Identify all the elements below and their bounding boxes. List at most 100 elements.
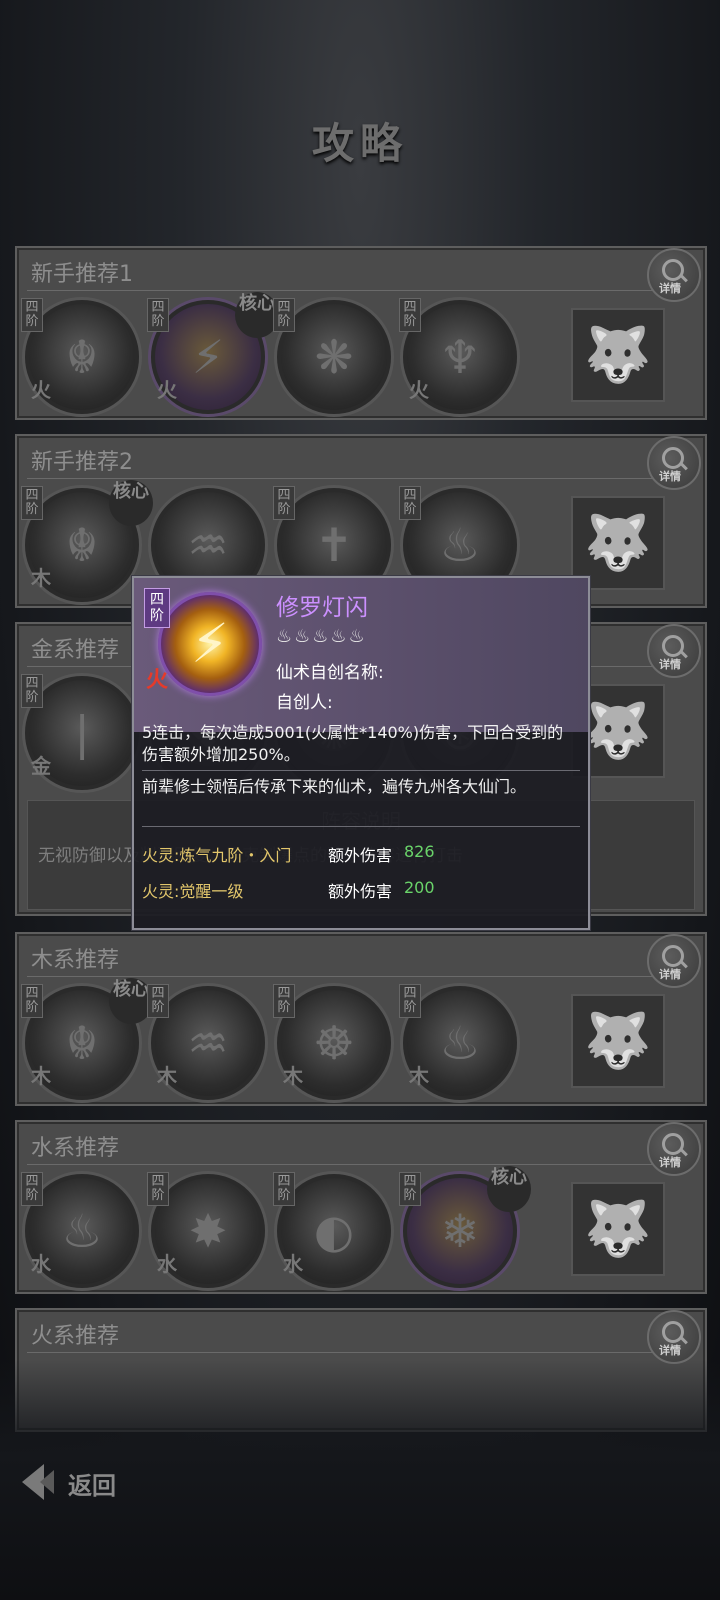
detail-button[interactable]: 详情: [647, 1310, 701, 1364]
detail-label: 详情: [659, 968, 681, 981]
core-badge: 核心: [487, 1166, 531, 1212]
divider: [142, 770, 580, 771]
detail-button[interactable]: 详情: [647, 1122, 701, 1176]
skill-element-badge: 木: [157, 1064, 177, 1088]
skill-tier-badge: 四阶: [273, 1172, 295, 1206]
skill-element-badge: 火: [157, 378, 177, 402]
detail-label: 详情: [659, 1344, 681, 1357]
strategy-panel: 木系推荐 详情 ☬ 四阶木核心 ♒ 四阶木 ☸ 四阶木 ♨ 四阶木 🐺: [15, 932, 707, 1106]
skill-name: 修罗灯闪: [276, 595, 368, 621]
skill-element-badge: 火: [146, 668, 169, 693]
skill-tier-badge: 四阶: [144, 588, 170, 628]
panel-header: 新手推荐1 详情: [27, 248, 701, 302]
stat-value: 826: [404, 842, 435, 861]
stat-label: 火灵:觉醒一级: [142, 882, 244, 901]
divider: [142, 826, 580, 827]
stat-extra-label: 额外伤害: [328, 846, 393, 865]
stat-extra-label: 额外伤害: [328, 882, 393, 901]
magnifier-icon: [662, 259, 684, 281]
skill-slot[interactable]: ⚡ 四阶火核心: [147, 292, 279, 414]
panel-header: 火系推荐详情: [27, 1310, 701, 1364]
skill-tier-badge: 四阶: [399, 984, 421, 1018]
pet-icon: 🐺: [584, 1197, 652, 1260]
panel-title: 火系推荐: [31, 1324, 120, 1349]
skill-tier-badge: 四阶: [21, 984, 43, 1018]
detail-button[interactable]: 详情: [647, 436, 701, 490]
skill-element-badge: 木: [31, 566, 51, 590]
detail-label: 详情: [659, 282, 681, 295]
panel-header: 新手推荐2 详情: [27, 436, 701, 490]
lightning-icon: ⚡: [191, 612, 229, 675]
pet-icon: 🐺: [584, 511, 652, 574]
core-badge: 核心: [109, 480, 153, 526]
skill-tier-badge: 四阶: [147, 298, 169, 332]
skill-emblem-icon: ❋: [314, 330, 354, 384]
skill-element-badge: 火: [409, 378, 429, 402]
custom-name-label: 仙术自创名称:: [276, 663, 384, 683]
skill-detail-popup[interactable]: ⚡ 四阶 火 修罗灯闪 ♨♨♨♨♨ 仙术自创名称: 自创人: 5连击，每次造成5…: [132, 576, 590, 930]
skill-slot[interactable]: ♨ 四阶木: [399, 984, 517, 1100]
skill-slot[interactable]: ♨ 四阶水: [21, 1172, 139, 1288]
skill-element-badge: 金: [31, 754, 51, 778]
panel-title: 水系推荐: [31, 1136, 120, 1161]
skill-tier-badge: 四阶: [21, 674, 43, 708]
skill-level-flames-icon: ♨♨♨♨♨: [276, 626, 367, 647]
skill-element-badge: 水: [283, 1252, 303, 1276]
skill-tier-badge: 四阶: [21, 1172, 43, 1206]
magnifier-icon: [662, 1133, 684, 1155]
skill-tier-badge: 四阶: [399, 486, 421, 520]
skill-element-badge: 火: [31, 378, 51, 402]
skill-element-badge: 水: [157, 1252, 177, 1276]
detail-label: 详情: [659, 658, 681, 671]
skill-icon: ⚡: [158, 592, 262, 696]
skill-slot[interactable]: ☬ 四阶木核心: [21, 480, 153, 602]
detail-button[interactable]: 详情: [647, 934, 701, 988]
skill-slot[interactable]: ☸ 四阶木: [273, 984, 391, 1100]
skill-slot[interactable]: ♆ 四阶火: [399, 298, 517, 414]
pet-portrait[interactable]: 🐺: [571, 1182, 665, 1276]
back-button[interactable]: 返回: [22, 1462, 142, 1502]
skill-slot[interactable]: ◐ 四阶水: [273, 1172, 391, 1288]
back-label: 返回: [68, 1471, 116, 1500]
skill-tier-badge: 四阶: [273, 984, 295, 1018]
detail-button[interactable]: 详情: [647, 248, 701, 302]
skill-slot[interactable]: ❋ 四阶: [273, 298, 391, 414]
skill-tier-badge: 四阶: [21, 486, 43, 520]
strategy-panel: 水系推荐 详情 ♨ 四阶水 ✸ 四阶水 ◐ 四阶水 ❄ 四阶 核心 🐺: [15, 1120, 707, 1294]
skill-slot[interactable]: ✸ 四阶水: [147, 1172, 265, 1288]
skill-slot[interactable]: ☬ 四阶木核心: [21, 978, 153, 1100]
skill-element-badge: 水: [31, 1252, 51, 1276]
detail-label: 详情: [659, 470, 681, 483]
panel-title: 新手推荐1: [31, 262, 133, 287]
pet-icon: 🐺: [584, 1009, 652, 1072]
magnifier-icon: [662, 447, 684, 469]
panel-title: 新手推荐2: [31, 450, 133, 475]
creator-label: 自创人:: [276, 693, 333, 713]
skill-element-badge: 木: [283, 1064, 303, 1088]
skill-lore-text: 前辈修士领悟后传承下来的仙术，遍传九州各大仙门。: [142, 777, 527, 796]
skill-element-badge: 木: [409, 1064, 429, 1088]
panel-title: 金系推荐: [31, 638, 120, 663]
skill-slot[interactable]: ☬ 四阶火: [21, 298, 139, 414]
panel-header: 木系推荐 详情: [27, 934, 701, 988]
stat-label: 火灵:炼气九阶・入门: [142, 846, 292, 865]
skill-slot[interactable]: ♒ 四阶木: [147, 984, 265, 1100]
detail-button[interactable]: 详情: [647, 624, 701, 678]
skill-tier-badge: 四阶: [399, 298, 421, 332]
back-arrow-inner-icon: [40, 1470, 54, 1494]
detail-label: 详情: [659, 1156, 681, 1169]
skill-tier-badge: 四阶: [273, 486, 295, 520]
pet-portrait[interactable]: 🐺: [571, 994, 665, 1088]
skill-effect-text: 5连击，每次造成5001(火属性*140%)伤害，下回合受到的伤害额外增加250…: [142, 723, 564, 764]
skill-slot[interactable]: ❄ 四阶 核心: [399, 1166, 531, 1288]
skill-tier-badge: 四阶: [21, 298, 43, 332]
strategy-panel: 新手推荐1 详情 ☬ 四阶火 ⚡ 四阶火核心 ❋ 四阶 ♆ 四阶火 🐺: [15, 246, 707, 420]
pet-icon: 🐺: [584, 699, 652, 762]
magnifier-icon: [662, 945, 684, 967]
pet-portrait[interactable]: 🐺: [571, 308, 665, 402]
magnifier-icon: [662, 1321, 684, 1343]
skill-tier-badge: 四阶: [399, 1172, 421, 1206]
skill-tier-badge: 四阶: [273, 298, 295, 332]
skill-slot[interactable]: ❘ 四阶金: [21, 674, 139, 790]
skill-element-badge: 木: [31, 1064, 51, 1088]
